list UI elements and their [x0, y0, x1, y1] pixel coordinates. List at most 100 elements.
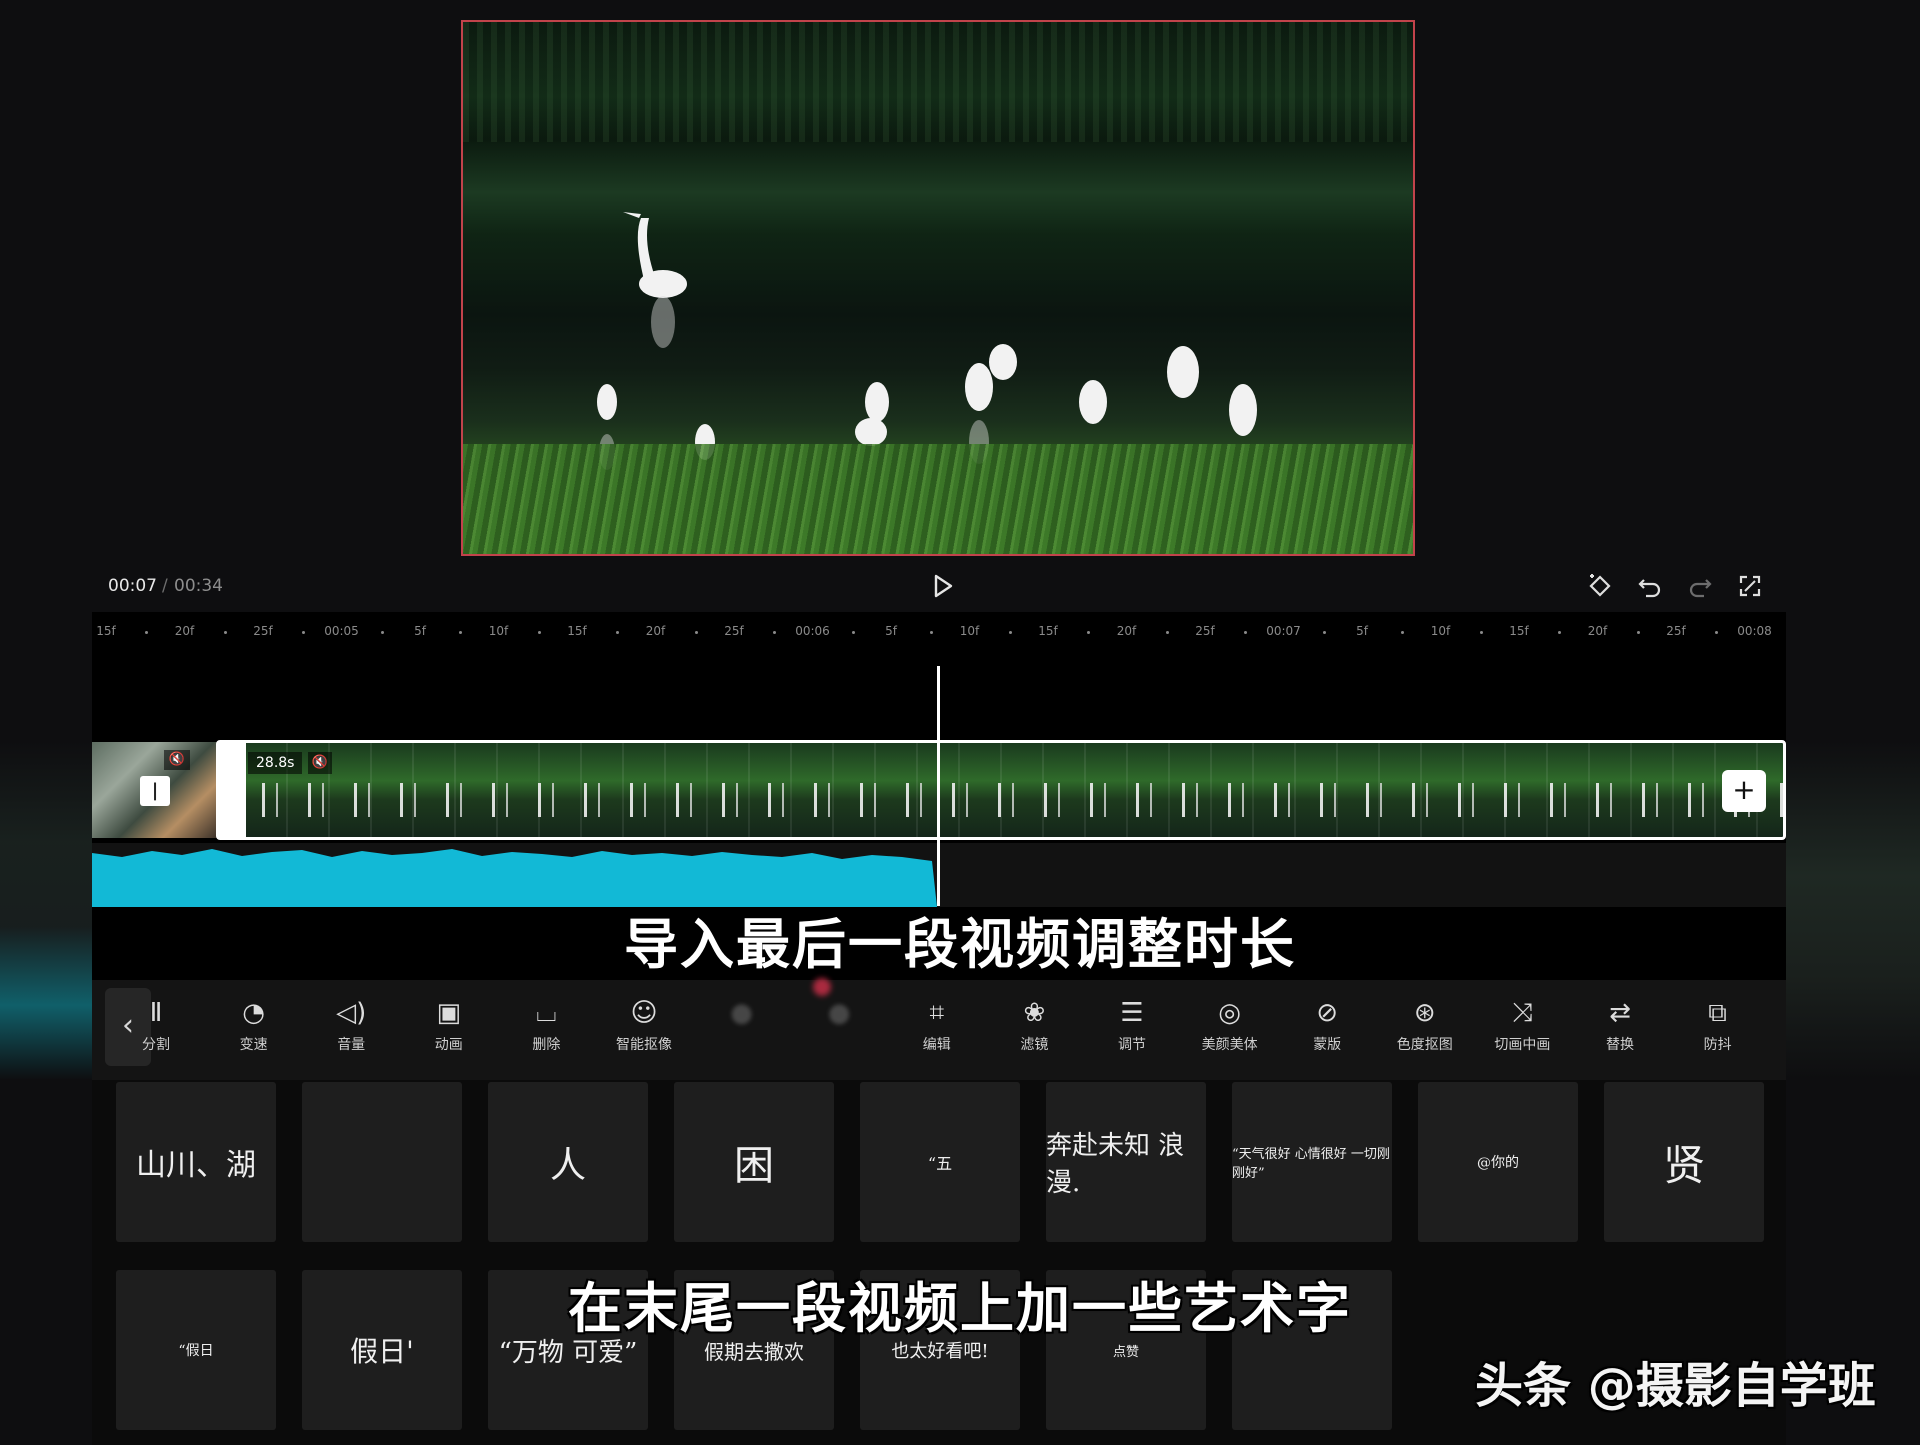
add-clip-button[interactable]: +	[1722, 770, 1766, 812]
toolbar-item[interactable]: ◎ 美颜美体	[1185, 996, 1275, 1054]
ruler-dot	[459, 631, 463, 634]
ruler-dot	[773, 631, 777, 634]
text-style-preview: 奔赴未知 浪漫.	[1046, 1131, 1185, 1198]
toolbar-item[interactable]: ☰ 调节	[1087, 996, 1177, 1054]
caption-line-1: 导入最后一段视频调整时长	[624, 913, 1296, 976]
toolbar-item[interactable]: Ⅱ 分割	[111, 996, 201, 1054]
text-style-tile[interactable]: 困	[674, 1082, 834, 1242]
ruler-dot	[302, 631, 306, 634]
toolbar-item-label: 删除	[532, 1037, 561, 1053]
ruler-dot	[537, 631, 541, 634]
ruler-dot	[1401, 631, 1405, 634]
current-time: 00:07	[108, 576, 157, 596]
ruler-tick: 15f	[1509, 624, 1529, 638]
ruler-dot	[1558, 631, 1562, 634]
fullscreen-button[interactable]	[1736, 572, 1764, 600]
ruler-tick: 10f	[959, 624, 980, 638]
toolbar-item[interactable]: ☺ 智能抠像	[599, 996, 689, 1054]
ruler-dot	[1087, 631, 1091, 634]
toolbar-item[interactable]: ⤨ 切画中画	[1477, 996, 1567, 1054]
text-style-preview: 困	[734, 1143, 774, 1189]
selected-video-clip[interactable]	[216, 740, 1786, 840]
chroma-key-icon: ⊛	[1413, 998, 1436, 1028]
ruler-dot	[1008, 631, 1012, 634]
ruler-dot	[694, 631, 698, 634]
redo-button[interactable]	[1686, 572, 1714, 600]
toolbar-item-label: 音量	[337, 1037, 366, 1053]
text-style-tile[interactable]: 贤	[1604, 1082, 1764, 1242]
ruler-tick: 15f	[567, 624, 587, 638]
ruler-tick: 5f	[885, 624, 897, 638]
beauty-icon: ◎	[1218, 998, 1241, 1028]
playhead[interactable]	[937, 666, 940, 906]
toolbar-item[interactable]: ◔ 变速	[209, 996, 299, 1054]
mask-icon: ⊘	[1316, 998, 1339, 1028]
toolbar-item[interactable]: ◁) 音量	[306, 996, 396, 1054]
ruler-tick: 5f	[414, 624, 426, 638]
blurred-icon: ●	[827, 998, 851, 1028]
toolbar-item[interactable]: ●	[794, 996, 884, 1034]
split-icon: Ⅱ	[149, 998, 163, 1028]
ruler-dot	[1322, 631, 1326, 634]
text-style-preview: “天气很好 心情很好 一切刚刚好”	[1232, 1147, 1390, 1181]
keyframe-icon	[1589, 574, 1611, 597]
clip-mute-icon[interactable]: 🔇	[164, 750, 190, 770]
text-style-tile[interactable]: 奔赴未知 浪漫.	[1046, 1082, 1206, 1242]
toolbar-item[interactable]: ⊘ 蒙版	[1282, 996, 1372, 1054]
ruler-tick: 20f	[1116, 624, 1137, 638]
ruler-dot	[1636, 631, 1640, 634]
clip-mute-button[interactable]: 🔇	[308, 752, 332, 774]
toolbar-item[interactable]: ❀ 滤镜	[989, 996, 1079, 1054]
toolbar-item[interactable]: ⌗ 编辑	[892, 996, 982, 1054]
text-style-tile[interactable]: 山川、湖	[116, 1082, 276, 1242]
toolbar-item-label: 色度抠图	[1396, 1037, 1453, 1053]
ruler-dot	[380, 631, 384, 634]
watermark-brand: 头条	[1475, 1358, 1572, 1414]
watermark: 头条 @摄影自学班	[1475, 1346, 1876, 1416]
text-style-tile[interactable]: @你的	[1418, 1082, 1578, 1242]
ruler-tick: 00:08	[1737, 624, 1772, 638]
play-icon	[934, 574, 953, 598]
video-preview[interactable]	[461, 20, 1415, 556]
speed-icon: ◔	[242, 998, 265, 1028]
text-style-tile[interactable]: “天气很好 心情很好 一切刚刚好”	[1232, 1082, 1392, 1242]
animation-icon: ▣	[436, 998, 462, 1028]
toolbar-item-label: 编辑	[922, 1037, 951, 1053]
notification-dot	[813, 978, 831, 996]
ruler-tick: 20f	[174, 624, 195, 638]
undo-button[interactable]	[1636, 572, 1664, 600]
volume-icon: ◁)	[336, 998, 367, 1028]
play-button[interactable]	[928, 572, 956, 600]
audio-waveform[interactable]	[92, 843, 937, 907]
toolbar-item-label: 美颜美体	[1201, 1037, 1258, 1053]
replace-icon: ⇄	[1609, 998, 1631, 1028]
toolbar-item[interactable]: ▣ 动画	[404, 996, 494, 1054]
toolbar-item-label: 替换	[1606, 1037, 1634, 1053]
toolbar-item[interactable]: ⧉ 防抖	[1673, 996, 1763, 1054]
ruler-tick: 25f	[724, 624, 744, 638]
ruler-tick: 15f	[96, 624, 116, 638]
crop-icon: ⌗	[929, 998, 945, 1028]
text-style-preview: @你的	[1477, 1155, 1519, 1171]
transition-button[interactable]: |	[140, 776, 170, 806]
toolbar-item[interactable]: ⊛ 色度抠图	[1380, 996, 1470, 1054]
text-style-tile[interactable]: “五	[860, 1082, 1020, 1242]
caption-line-2: 在末尾一段视频上加一些艺术字	[568, 1277, 1352, 1340]
ruler-tick: 25f	[1666, 624, 1686, 638]
toolbar-item-label: 防抖	[1703, 1037, 1732, 1053]
toolbar-item-label: 滤镜	[1020, 1037, 1049, 1053]
smart-cutout-icon: ☺	[630, 998, 658, 1028]
toolbar-item[interactable]: ⇄ 替换	[1575, 996, 1665, 1054]
time-ruler[interactable]: 15f 20f 25f 00:05 5f 10f 15f 20f 25f 00:06 5f 10f 15…	[92, 622, 1786, 646]
toolbar-item[interactable]: ⌴ 删除	[501, 996, 591, 1054]
toolbar-item-label: 动画	[434, 1037, 463, 1053]
toolbar-item[interactable]: ●	[697, 996, 787, 1034]
toolbar-item-label: 分割	[142, 1037, 170, 1053]
keyframe-button[interactable]	[1586, 572, 1614, 600]
ruler-dot	[930, 631, 934, 634]
ruler-tick: 25f	[253, 624, 273, 638]
text-style-tile[interactable]: 人	[488, 1082, 648, 1242]
ruler-tick: 25f	[1195, 624, 1215, 638]
text-style-tile[interactable]	[302, 1082, 462, 1242]
text-style-preview: 贤	[1662, 1140, 1705, 1190]
